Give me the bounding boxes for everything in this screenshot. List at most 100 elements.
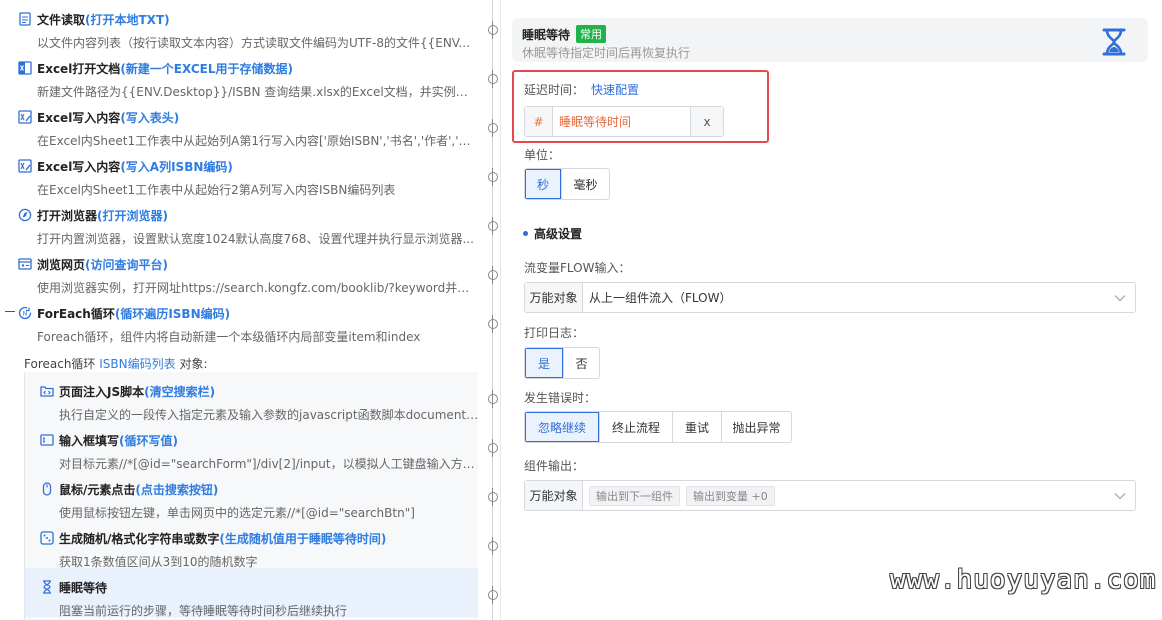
- timeline-node: [488, 21, 498, 39]
- mouse-icon: [40, 482, 54, 496]
- script-icon: [40, 384, 54, 398]
- step-name: 输入框填写: [59, 433, 120, 448]
- flow-list: 文件读取 (打开本地TXT) 以文件内容列表（按行读取文本内容）方式读取文件编码为…: [0, 0, 478, 620]
- flow-step[interactable]: 页面注入JS脚本 (清空搜索栏) 执行自定义的一段传入指定元素及输入参数的java…: [40, 372, 478, 422]
- browser-icon: [18, 208, 32, 222]
- flow-step-selected[interactable]: 睡眠等待 阻塞当前运行的步骤，等待睡眠等待时间秒后继续执行: [25, 568, 478, 618]
- unit-milliseconds[interactable]: 毫秒: [561, 169, 609, 199]
- step-note: (点击搜索按钮): [135, 482, 219, 497]
- clear-button[interactable]: x: [690, 107, 723, 136]
- step-note: (新建一个EXCEL用于存储数据): [120, 61, 293, 76]
- timeline-node: [488, 390, 498, 408]
- step-note: (写入表头): [120, 110, 180, 125]
- watermark: www.huoyuyan.com: [890, 565, 1157, 595]
- error-stop[interactable]: 终止流程: [599, 412, 672, 442]
- log-no[interactable]: 否: [563, 348, 599, 378]
- timeline-node: [488, 537, 498, 555]
- timeline-node: [488, 315, 498, 333]
- output-tags: 输出到下一组件 输出到变量 +0: [583, 481, 1105, 510]
- flow-step[interactable]: N ForEach循环 (循环遍历ISBN编码) Foreach循环，组件内将自动…: [18, 294, 478, 344]
- step-note: (访问查询平台): [85, 257, 168, 272]
- advanced-settings[interactable]: 高级设置: [523, 225, 582, 242]
- flow-step[interactable]: Excel写入内容 (写入A列ISBN编码) 在Excel内Sheet1工作表中从…: [18, 147, 478, 197]
- file-icon: [18, 12, 32, 26]
- flow-input-label: 流变量FLOW输入：: [524, 261, 631, 275]
- error-label: 发生错误时：: [524, 391, 597, 405]
- output-tag[interactable]: 输出到变量 +0: [686, 485, 775, 506]
- timeline-node: [488, 119, 498, 137]
- step-note: (写入A列ISBN编码): [120, 159, 233, 174]
- flow-step[interactable]: 输入框填写 (循环写值) 对目标元素//*[@id="searchForm"]/d…: [40, 421, 478, 471]
- timeline-node: [488, 266, 498, 284]
- log-yes[interactable]: 是: [525, 348, 563, 378]
- delay-input[interactable]: # 睡眠等待时间 x: [524, 106, 724, 137]
- input-icon: [40, 433, 54, 447]
- timeline-node: [488, 70, 498, 88]
- error-throw[interactable]: 抛出异常: [721, 412, 791, 442]
- delay-label: 延迟时间：: [524, 83, 585, 97]
- output-tag[interactable]: 输出到下一组件: [589, 485, 680, 506]
- step-name: ForEach循环: [37, 306, 115, 321]
- step-note: (清空搜索栏): [144, 384, 216, 399]
- unit-seconds[interactable]: 秒: [525, 169, 561, 199]
- bullet-icon: [523, 231, 528, 236]
- flow-timeline: [488, 0, 498, 620]
- timeline-node: [488, 439, 498, 457]
- collapse-toggle[interactable]: [5, 311, 15, 312]
- foreach-body: 页面注入JS脚本 (清空搜索栏) 执行自定义的一段传入指定元素及输入参数的java…: [24, 372, 478, 620]
- flow-step[interactable]: 打开浏览器 (打开浏览器) 打开内置浏览器，设置默认宽度1024默认高度768、设…: [18, 196, 478, 246]
- step-name: 鼠标/元素点击: [59, 482, 136, 497]
- step-name: 页面注入JS脚本: [59, 384, 145, 399]
- step-name: 生成随机/格式化字符串或数字: [59, 531, 220, 546]
- chevron-down-icon[interactable]: [1105, 283, 1135, 312]
- flow-step[interactable]: 鼠标/元素点击 (点击搜索按钮) 使用鼠标按钮左键，单击网页中的选定元素//*[@…: [40, 470, 478, 520]
- flow-input-value: 从上一组件流入（FLOW）: [589, 291, 732, 305]
- timeline-node: [488, 217, 498, 235]
- output-label: 组件输出：: [524, 459, 585, 473]
- error-ignore[interactable]: 忽略继续: [525, 412, 599, 442]
- unit-label: 单位：: [524, 148, 561, 162]
- excel-write-icon: [18, 110, 32, 124]
- common-badge: 常用: [576, 25, 607, 43]
- log-label: 打印日志：: [524, 326, 585, 340]
- flow-step[interactable]: Excel写入内容 (写入表头) 在Excel内Sheet1工作表中从起始列A第1…: [18, 98, 478, 148]
- variable-hash-icon[interactable]: #: [525, 107, 553, 136]
- step-name: Excel打开文档: [37, 61, 121, 76]
- excel-write-icon: [18, 159, 32, 173]
- timeline-node: [488, 488, 498, 506]
- component-subtitle: 休眠等待指定时间后再恢复执行: [522, 46, 691, 60]
- chevron-down-icon[interactable]: [1105, 481, 1135, 510]
- svg-text:N: N: [23, 311, 28, 318]
- quick-config-link[interactable]: 快速配置: [591, 81, 639, 98]
- step-desc: 阻塞当前运行的步骤，等待睡眠等待时间秒后继续执行: [59, 604, 348, 618]
- delay-value[interactable]: 睡眠等待时间: [553, 107, 690, 136]
- flow-step[interactable]: 浏览网页 (访问查询平台) 使用浏览器实例，打开网址https://search.…: [18, 245, 478, 295]
- properties-panel: 睡眠等待 常用 休眠等待指定时间后再恢复执行 延迟时间： 快速配置 # 睡眠等待时…: [501, 0, 1162, 620]
- hourglass-icon: [40, 580, 54, 594]
- type-prefix: 万能对象: [525, 283, 583, 312]
- foreach-suffix: 对象:: [175, 357, 208, 371]
- timeline-node: [488, 168, 498, 186]
- flow-step[interactable]: Excel打开文档 (新建一个EXCEL用于存储数据) 新建文件路径为{{ENV.…: [18, 49, 478, 99]
- excel-icon: [18, 61, 32, 75]
- step-name: 打开浏览器: [37, 208, 98, 223]
- step-name: Excel写入内容: [37, 110, 121, 125]
- log-selector[interactable]: 是 否: [524, 347, 600, 379]
- foreach-list[interactable]: ISBN编码列表: [99, 357, 175, 371]
- type-prefix: 万能对象: [525, 481, 583, 510]
- unit-selector[interactable]: 秒 毫秒: [524, 168, 610, 200]
- step-name: Excel写入内容: [37, 159, 121, 174]
- step-note: (打开浏览器): [97, 208, 168, 223]
- error-retry[interactable]: 重试: [672, 412, 721, 442]
- foreach-prefix: Foreach循环: [24, 357, 100, 371]
- flow-step[interactable]: 生成随机/格式化字符串或数字 (生成随机值用于睡眠等待时间) 获取1条数值区间从3…: [40, 519, 478, 569]
- flow-step[interactable]: 文件读取 (打开本地TXT) 以文件内容列表（按行读取文本内容）方式读取文件编码为…: [18, 0, 478, 50]
- component-header: 睡眠等待 常用 休眠等待指定时间后再恢复执行: [512, 18, 1148, 62]
- foreach-header: Foreach循环 ISBN编码列表 对象:: [24, 355, 207, 372]
- error-selector[interactable]: 忽略继续 终止流程 重试 抛出异常: [524, 411, 792, 443]
- output-select[interactable]: 万能对象 输出到下一组件 输出到变量 +0: [524, 480, 1136, 511]
- webpage-icon: [18, 257, 32, 271]
- step-desc: Foreach循环，组件内将自动新建一个本级循环内局部变量item和index: [37, 330, 421, 344]
- flow-input-select[interactable]: 万能对象 从上一组件流入（FLOW）: [524, 282, 1136, 313]
- step-name: 文件读取: [37, 12, 86, 27]
